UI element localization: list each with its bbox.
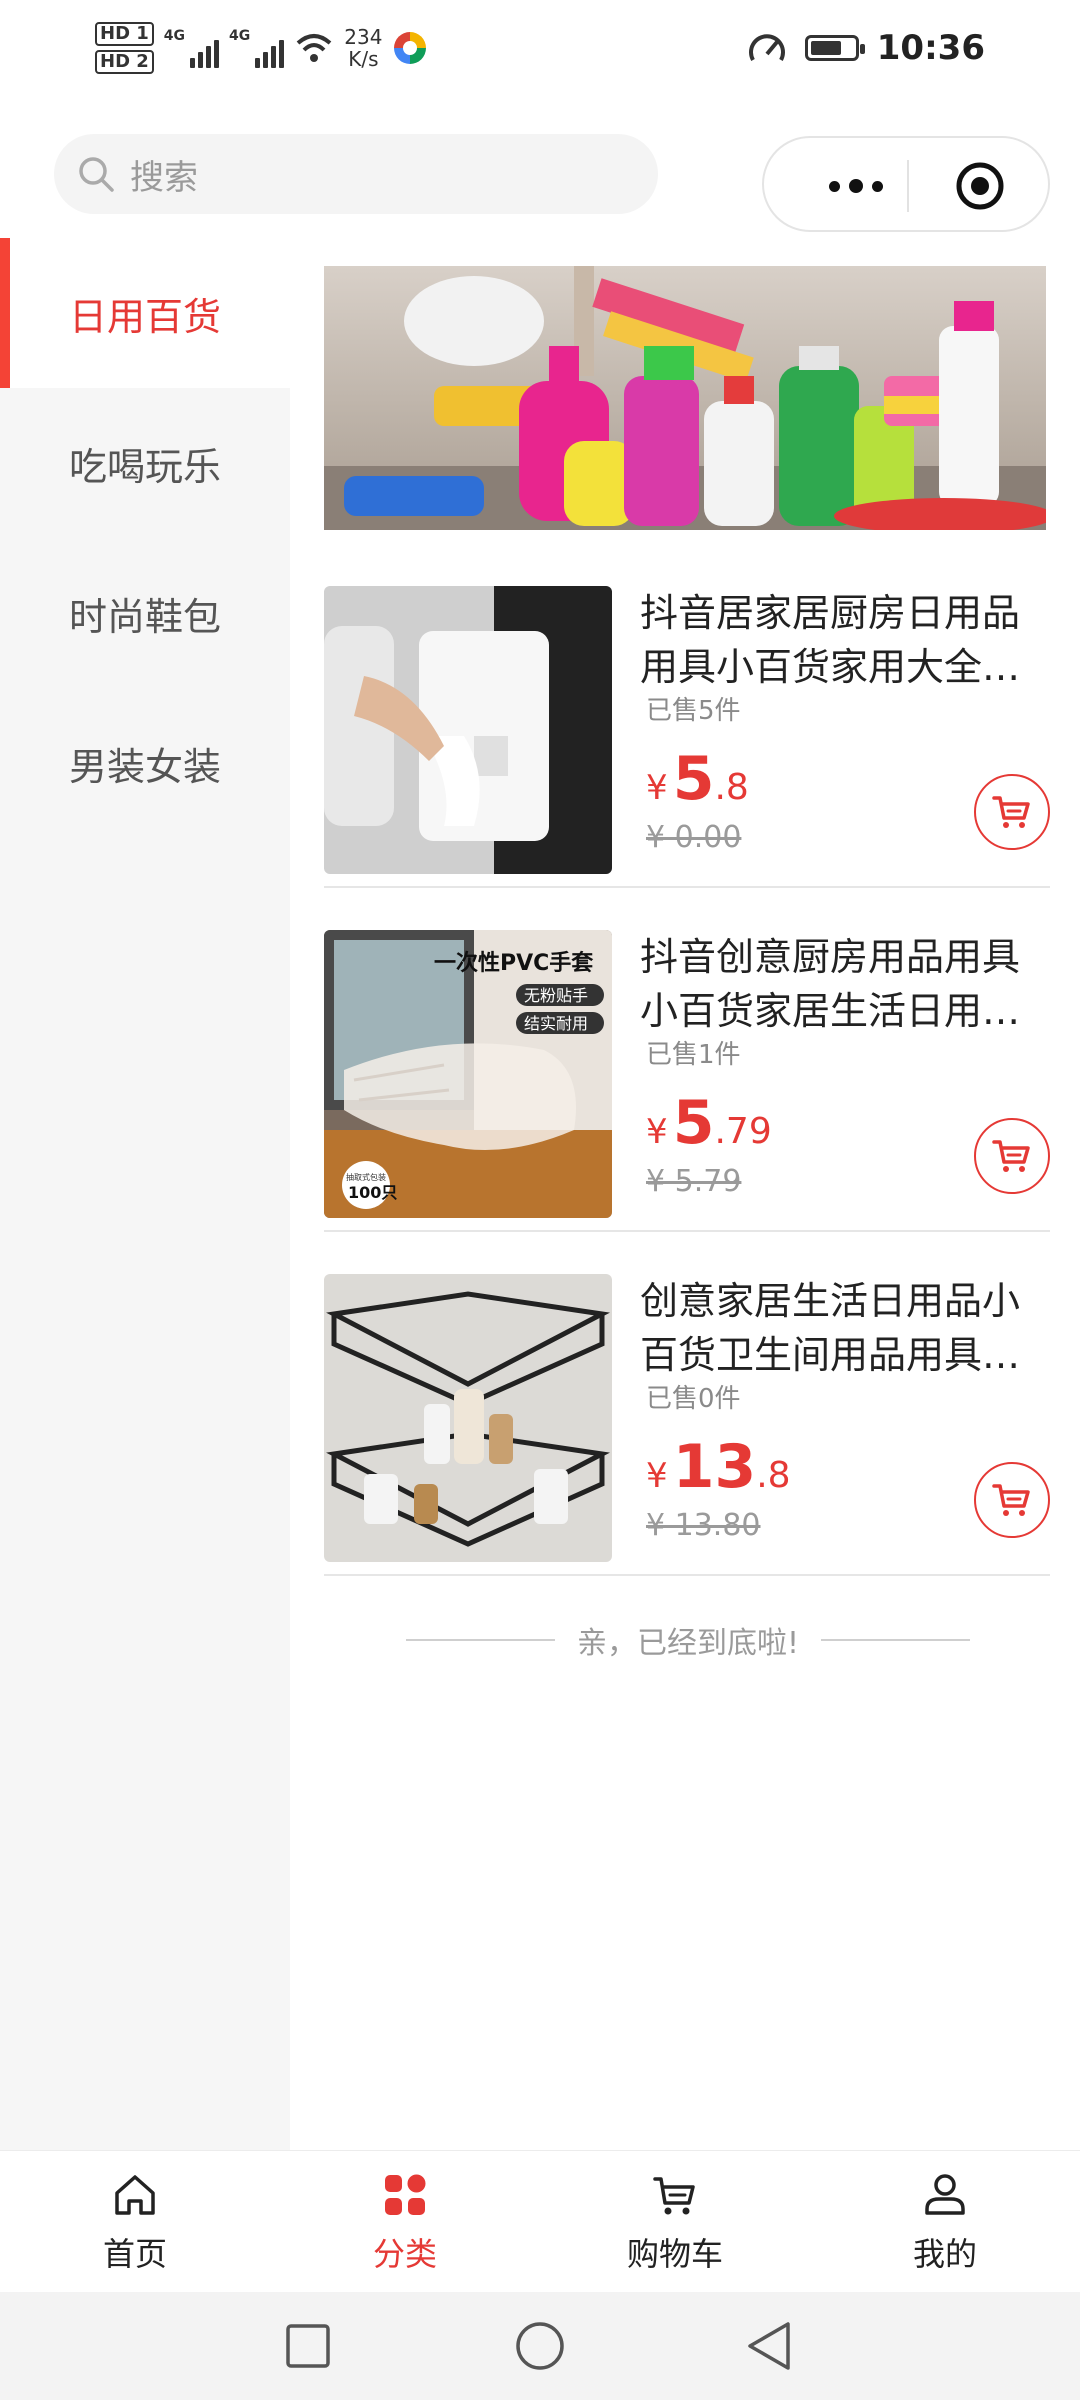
speed-value: 234 bbox=[344, 25, 383, 49]
product-title[interactable]: 抖音创意厨房用品用具小百货家居生活日用… bbox=[640, 930, 1040, 1038]
search-placeholder: 搜索 bbox=[130, 157, 198, 198]
system-navigation-bar bbox=[0, 2292, 1080, 2400]
product-image[interactable] bbox=[324, 586, 612, 874]
cart-icon bbox=[992, 1484, 1030, 1516]
divider bbox=[821, 1639, 970, 1641]
tab-cart[interactable]: 购物车 bbox=[605, 2169, 745, 2279]
category-sidebar: 日用百货 吃喝玩乐 时尚鞋包 男装女装 bbox=[0, 238, 290, 2150]
price-currency: ¥ bbox=[646, 1112, 668, 1152]
add-to-cart-button[interactable] bbox=[974, 774, 1050, 850]
signal-1-icon: 4G bbox=[163, 28, 220, 68]
image-tag-2: 结实耐用 bbox=[524, 1014, 588, 1033]
hd-indicators: HD 1 HD 2 bbox=[95, 22, 154, 74]
tab-label: 分类 bbox=[372, 2235, 437, 2273]
tab-label: 首页 bbox=[102, 2235, 167, 2273]
hd1-badge: HD 1 bbox=[95, 22, 154, 46]
recent-apps-icon[interactable] bbox=[284, 2322, 332, 2370]
category-icon bbox=[385, 2174, 426, 2215]
original-price: ¥ 5.79 bbox=[646, 1164, 742, 1199]
tab-label: 我的 bbox=[912, 2235, 977, 2273]
product-price: ¥ 13.8 bbox=[646, 1432, 791, 1502]
end-of-list-indicator: 亲，已经到底啦! bbox=[406, 1620, 970, 1661]
network-type-2: 4G bbox=[229, 28, 251, 44]
sidebar-item-label: 时尚鞋包 bbox=[68, 594, 221, 639]
product-card[interactable]: 创意家居生活日用品小百货卫生间用品用具… 已售0件 ¥ 13.8 ¥ 13.80 bbox=[324, 1254, 1050, 1576]
speed-unit: K/s bbox=[348, 47, 379, 71]
tab-profile[interactable]: 我的 bbox=[875, 2169, 1015, 2279]
product-price: ¥ 5.79 bbox=[646, 1088, 772, 1158]
price-decimal: .8 bbox=[714, 767, 749, 808]
price-integer: 5 bbox=[672, 1088, 715, 1158]
hd2-badge: HD 2 bbox=[95, 50, 154, 74]
product-image[interactable]: 一次性PVC手套 无粉贴手 结实耐用 抽取式包装 100只 bbox=[324, 930, 612, 1218]
network-type-1: 4G bbox=[163, 28, 186, 44]
network-speed: 234 K/s bbox=[344, 26, 382, 70]
price-decimal: .8 bbox=[756, 1455, 791, 1496]
product-card[interactable]: 一次性PVC手套 无粉贴手 结实耐用 抽取式包装 100只 抖音创意厨房用品用具… bbox=[324, 910, 1050, 1232]
cart-icon bbox=[653, 2177, 695, 2215]
cart-icon bbox=[992, 1140, 1030, 1172]
home-circle-icon[interactable] bbox=[514, 2320, 566, 2372]
add-to-cart-button[interactable] bbox=[974, 1462, 1050, 1538]
image-badge-small: 抽取式包装 bbox=[346, 1172, 386, 1182]
sold-count: 已售0件 bbox=[646, 1384, 741, 1414]
sidebar-item-label: 日用百货 bbox=[68, 294, 221, 339]
price-integer: 5 bbox=[672, 744, 715, 814]
image-headline: 一次性PVC手套 bbox=[434, 950, 593, 976]
divider bbox=[406, 1639, 555, 1641]
tab-label: 购物车 bbox=[626, 2235, 723, 2273]
battery-icon bbox=[804, 35, 865, 61]
wifi-icon bbox=[296, 34, 332, 62]
tab-home[interactable]: 首页 bbox=[65, 2169, 205, 2279]
price-currency: ¥ bbox=[646, 768, 668, 808]
product-card[interactable]: 抖音居家居厨房日用品用具小百货家用大全… 已售5件 ¥ 5.8 ¥ 0.00 bbox=[324, 566, 1050, 888]
product-price: ¥ 5.8 bbox=[646, 744, 749, 814]
end-of-list-text: 亲，已经到底啦! bbox=[576, 1626, 800, 1661]
bottom-tab-bar: 首页 分类 购物车 我的 bbox=[0, 2150, 1080, 2293]
sidebar-item-label: 男装女装 bbox=[68, 744, 221, 789]
home-icon bbox=[115, 2175, 155, 2215]
more-button[interactable] bbox=[806, 168, 906, 204]
tab-category[interactable]: 分类 bbox=[335, 2169, 475, 2279]
sidebar-item-label: 吃喝玩乐 bbox=[68, 444, 221, 489]
app-notification-icon bbox=[394, 32, 427, 64]
original-price: ¥ 13.80 bbox=[646, 1508, 761, 1543]
sold-count: 已售5件 bbox=[646, 696, 741, 726]
search-bar[interactable]: 搜索 bbox=[54, 134, 658, 214]
product-image[interactable] bbox=[324, 1274, 612, 1562]
clock: 10:36 bbox=[876, 28, 985, 68]
status-bar: HD 1 HD 2 4G 4G 234 K/s 10:36 bbox=[0, 0, 1080, 110]
original-price: ¥ 0.00 bbox=[646, 820, 742, 855]
signal-2-icon: 4G bbox=[229, 28, 285, 68]
price-currency: ¥ bbox=[646, 1456, 668, 1496]
sold-count: 已售1件 bbox=[646, 1040, 741, 1070]
category-banner-image[interactable] bbox=[324, 266, 1046, 530]
price-decimal: .79 bbox=[714, 1111, 772, 1152]
product-title[interactable]: 创意家居生活日用品小百货卫生间用品用具… bbox=[640, 1274, 1040, 1382]
image-badge-big: 100只 bbox=[348, 1183, 397, 1202]
search-icon bbox=[79, 157, 114, 192]
sidebar-item-clothing[interactable]: 男装女装 bbox=[0, 688, 290, 838]
miniprogram-capsule bbox=[762, 136, 1050, 232]
speedometer-icon bbox=[748, 34, 785, 61]
sidebar-item-fashion-bags[interactable]: 时尚鞋包 bbox=[0, 538, 290, 688]
image-tag-1: 无粉贴手 bbox=[524, 986, 588, 1005]
product-title[interactable]: 抖音居家居厨房日用品用具小百货家用大全… bbox=[640, 586, 1040, 694]
sidebar-item-food-fun[interactable]: 吃喝玩乐 bbox=[0, 388, 290, 538]
user-icon bbox=[925, 2174, 965, 2215]
capsule-divider bbox=[907, 160, 909, 212]
sidebar-item-daily-goods[interactable]: 日用百货 bbox=[0, 238, 290, 388]
close-target-icon[interactable] bbox=[954, 160, 1006, 212]
price-integer: 13 bbox=[672, 1432, 757, 1502]
cart-icon bbox=[992, 796, 1030, 828]
back-icon[interactable] bbox=[744, 2320, 796, 2372]
add-to-cart-button[interactable] bbox=[974, 1118, 1050, 1194]
